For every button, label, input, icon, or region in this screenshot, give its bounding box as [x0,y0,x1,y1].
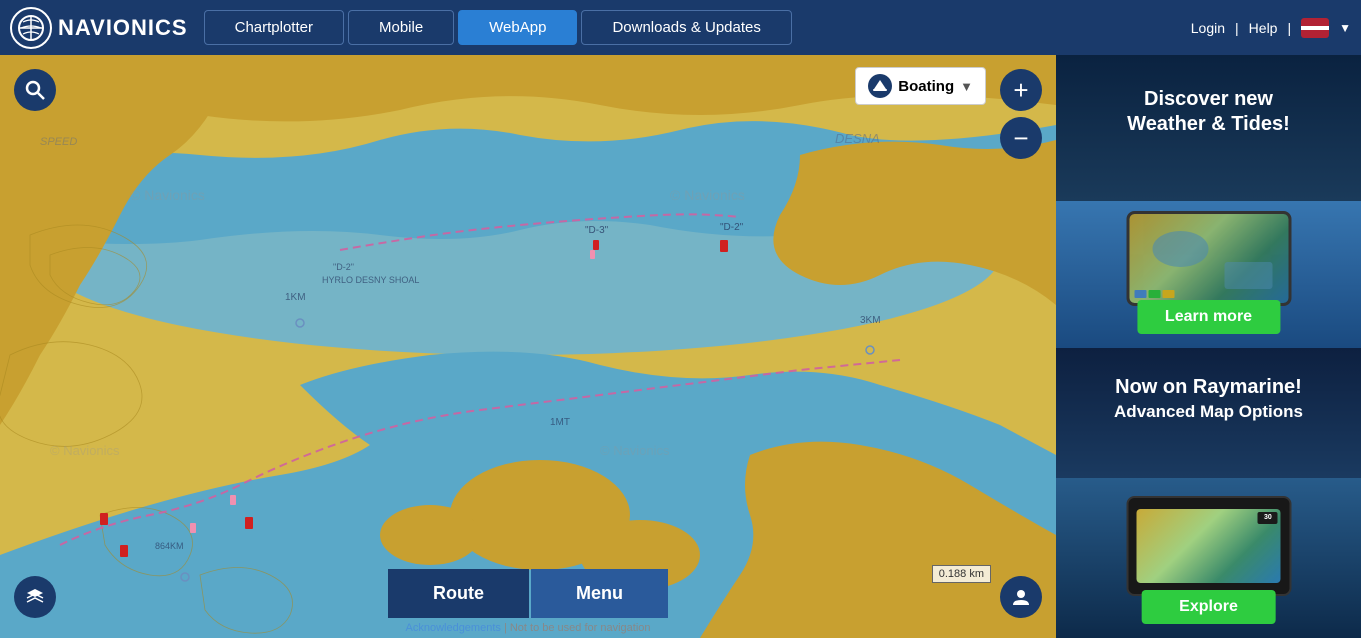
zoom-controls: + − [1000,69,1042,159]
svg-text:DESNA: DESNA [835,131,880,146]
svg-text:HYRLO DESNY SHOAL: HYRLO DESNY SHOAL [322,275,419,285]
ad-lower-subtitle: Advanced Map Options [1114,402,1303,422]
boating-icon [868,74,892,98]
svg-text:864KM: 864KM [155,541,184,551]
help-link[interactable]: Help [1249,20,1278,36]
layers-button[interactable] [14,576,56,618]
action-buttons: Route Menu [388,569,668,618]
layers-icon [25,588,45,606]
svg-text:"D-2": "D-2" [720,222,744,233]
tab-downloads[interactable]: Downloads & Updates [581,10,791,45]
user-button[interactable] [1000,576,1042,618]
ad-lower-title: Now on Raymarine! [1114,376,1303,399]
svg-text:© Navionics: © Navionics [50,443,120,458]
tablet-image [1126,211,1291,306]
svg-text:© Navionics: © Navionics [130,187,205,203]
tab-chartplotter[interactable]: Chartplotter [204,10,344,45]
header: NAVIONICS Chartplotter Mobile WebApp Dow… [0,0,1361,55]
login-link[interactable]: Login [1191,20,1225,36]
acknowledgements-bar: Acknowledgements | Not to be used for na… [405,622,650,634]
bottom-controls [14,576,56,618]
svg-text:SPEED: SPEED [40,136,77,148]
right-sidebar: Discover new Weather & Tides! [1056,55,1361,638]
zoom-in-button[interactable]: + [1000,69,1042,111]
tab-mobile[interactable]: Mobile [348,10,454,45]
main-content: DESNA SPEED 1KM 3KM 1MT 864KM 175° HYRLO… [0,55,1361,638]
route-button[interactable]: Route [388,569,529,618]
logo-icon [10,7,52,49]
boating-dropdown[interactable]: Boating ▼ [855,67,986,105]
ad-lower: Now on Raymarine! Advanced Map Options 3… [1056,348,1361,638]
flag-dropdown-arrow[interactable]: ▼ [1339,21,1351,35]
boating-label: Boating [898,78,954,95]
svg-text:1KM: 1KM [285,292,306,303]
svg-text:1MT: 1MT [550,417,570,428]
header-right: Login | Help | ▼ [1191,18,1351,38]
explore-button[interactable]: Explore [1141,590,1276,624]
search-icon [25,80,45,100]
svg-text:3KM: 3KM [860,315,881,326]
map-canvas: DESNA SPEED 1KM 3KM 1MT 864KM 175° HYRLO… [0,55,1056,638]
menu-button[interactable]: Menu [531,569,668,618]
divider2: | [1287,20,1291,36]
raymarine-device: 30 [1126,496,1291,596]
map-area[interactable]: DESNA SPEED 1KM 3KM 1MT 864KM 175° HYRLO… [0,55,1056,638]
svg-text:"D-3": "D-3" [585,225,609,236]
logo-area: NAVIONICS [10,7,188,49]
flag-icon[interactable] [1301,18,1329,38]
zoom-out-button[interactable]: − [1000,117,1042,159]
svg-text:© Navionics: © Navionics [600,443,670,458]
search-button[interactable] [14,69,56,111]
ack-suffix: | Not to be used for navigation [501,622,651,634]
nav-tabs: Chartplotter Mobile WebApp Downloads & U… [204,10,1185,45]
scale-text: 0.188 km [939,568,984,580]
ad-upper-title: Discover new Weather & Tides! [1127,87,1290,137]
user-icon [1011,587,1031,607]
scale-indicator: 0.188 km [932,565,991,583]
logo-text: NAVIONICS [58,15,188,41]
ad-upper: Discover new Weather & Tides! [1056,55,1361,348]
tab-webapp[interactable]: WebApp [458,10,577,45]
boating-dropdown-arrow[interactable]: ▼ [960,79,973,94]
divider1: | [1235,20,1239,36]
learn-more-button[interactable]: Learn more [1137,300,1280,334]
svg-text:© Navionics: © Navionics [670,187,745,203]
acknowledgements-link[interactable]: Acknowledgements [405,622,500,634]
svg-text:"D-2": "D-2" [333,262,354,272]
